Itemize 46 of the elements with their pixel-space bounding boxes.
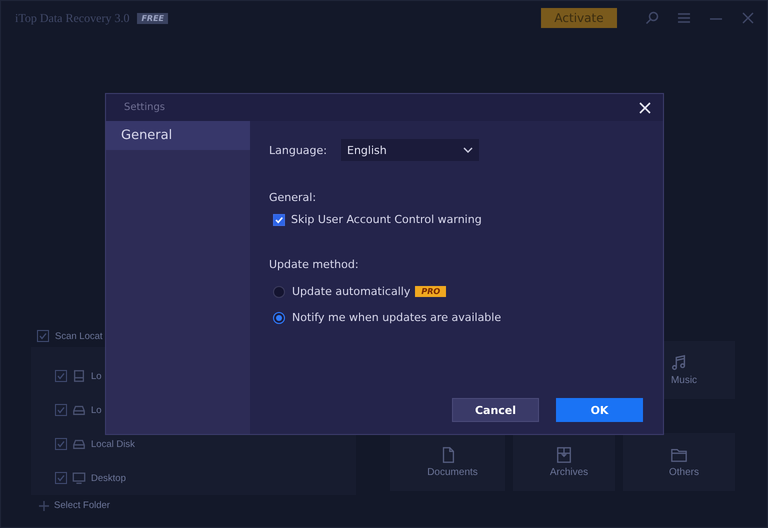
location-label: Lo (91, 404, 102, 416)
file-type-tile[interactable]: Others (623, 432, 735, 490)
location-label: Desktop (91, 472, 126, 484)
dialog-title: Settings (124, 102, 166, 113)
file-type-label: Archives (548, 466, 588, 478)
language-dropdown[interactable]: English (341, 139, 479, 161)
plus-icon[interactable] (39, 500, 49, 510)
nav-item[interactable]: General (106, 121, 250, 150)
option-label: Skip User Account Control warning (291, 213, 482, 226)
language-label: Language: (269, 144, 327, 156)
option-label: Update automatically (292, 285, 410, 298)
select-folder-link[interactable]: Select Folder (54, 500, 110, 511)
scan-location-label: Scan Locat (55, 330, 103, 342)
cancel-button[interactable]: Cancel (452, 398, 539, 422)
close-button[interactable] (637, 100, 653, 116)
drive-icon (72, 369, 86, 383)
checkbox[interactable] (55, 404, 67, 416)
close-icon[interactable] (741, 11, 755, 25)
file-type-label: Music (670, 375, 698, 386)
file-type-tile[interactable]: Archives (513, 432, 615, 490)
music-note-icon (670, 354, 688, 372)
radio-button[interactable] (273, 286, 285, 298)
menu-icon[interactable] (677, 11, 691, 25)
section-heading: General: (269, 191, 318, 204)
ok-button[interactable]: OK (556, 398, 643, 422)
radio-button[interactable] (273, 312, 285, 324)
app-title: iTop Data Recovery 3.0 (15, 10, 130, 26)
chevron-icon (463, 147, 473, 153)
checkbox[interactable] (37, 330, 49, 342)
search-icon[interactable] (645, 11, 659, 25)
file-type-tile[interactable]: Documents (390, 432, 505, 490)
location-label: Local Disk (91, 438, 135, 450)
checkbox[interactable] (55, 370, 67, 382)
edition-badge: FREE (137, 12, 168, 24)
section-heading: Update method: (269, 258, 360, 271)
location-label: Lo (91, 370, 102, 382)
pro-badge: PRO (415, 286, 446, 297)
monitor-icon (72, 471, 86, 485)
activate-button[interactable]: Activate (541, 8, 617, 28)
archive-box-icon (555, 446, 573, 464)
option-label: Notify me when updates are available (292, 311, 502, 324)
checkbox[interactable] (55, 472, 67, 484)
file-type-label: Others (668, 466, 699, 478)
file-type-label: Documents (426, 466, 478, 478)
checkbox[interactable] (273, 214, 285, 226)
checkbox[interactable] (55, 438, 67, 450)
